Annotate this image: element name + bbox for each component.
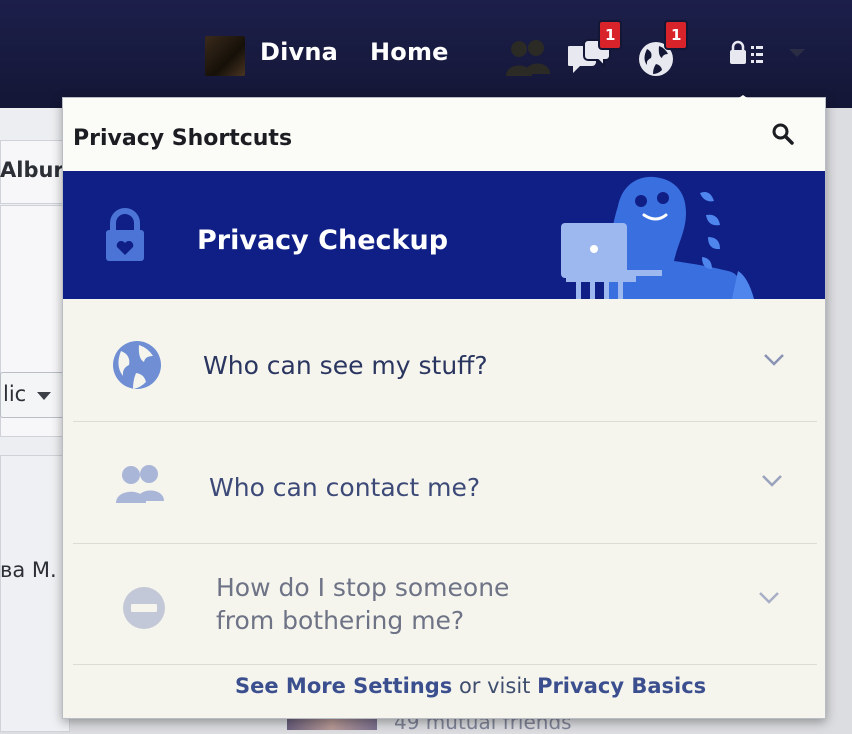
people-icon bbox=[115, 463, 165, 509]
privacy-item-label-line1: How do I stop someone bbox=[216, 573, 510, 602]
messages-badge: 1 bbox=[598, 20, 623, 50]
audience-label: lic bbox=[3, 382, 27, 406]
privacy-item-label-line2: from bothering me? bbox=[216, 606, 465, 635]
top-navigation-bar: Divna Home 1 1 bbox=[0, 0, 852, 108]
dropdown-pointer bbox=[729, 90, 757, 109]
privacy-item-stop-someone[interactable]: How do I stop someone from bothering me? bbox=[73, 543, 817, 665]
caret-down-icon bbox=[37, 392, 51, 400]
footer-or-visit-text: or visit bbox=[452, 674, 538, 698]
friend-requests-icon[interactable] bbox=[505, 38, 551, 82]
album-label[interactable]: Albur bbox=[0, 158, 64, 182]
user-avatar[interactable] bbox=[205, 36, 245, 76]
chevron-down-icon[interactable] bbox=[761, 473, 783, 492]
notifications-badge: 1 bbox=[664, 20, 689, 50]
audience-selector[interactable]: lic bbox=[0, 372, 70, 418]
home-link[interactable]: Home bbox=[370, 38, 449, 66]
panel-header: Privacy Shortcuts bbox=[63, 98, 825, 171]
friend-name-fragment[interactable]: ва М. bbox=[0, 558, 57, 582]
privacy-checkup-banner[interactable]: Privacy Checkup bbox=[63, 171, 825, 299]
privacy-item-who-can-contact[interactable]: Who can contact me? bbox=[73, 421, 817, 544]
search-icon[interactable] bbox=[771, 122, 795, 150]
privacy-basics-link[interactable]: Privacy Basics bbox=[537, 674, 706, 698]
privacy-shortcuts-dropdown: Privacy Shortcuts Privacy Checkup Who ca… bbox=[62, 97, 826, 719]
globe-icon bbox=[111, 339, 163, 395]
lock-icon bbox=[103, 207, 147, 267]
panel-footer: See More Settings or visit Privacy Basic… bbox=[63, 664, 825, 718]
privacy-shortcuts-icon[interactable] bbox=[729, 40, 765, 70]
privacy-item-who-can-see[interactable]: Who can see my stuff? bbox=[73, 299, 817, 422]
account-menu-icon[interactable] bbox=[788, 44, 806, 63]
privacy-item-label: Who can contact me? bbox=[209, 473, 481, 502]
privacy-dinosaur-illustration bbox=[548, 171, 825, 299]
see-more-settings-link[interactable]: See More Settings bbox=[235, 674, 452, 698]
chevron-down-icon[interactable] bbox=[758, 590, 780, 609]
chevron-down-icon[interactable] bbox=[763, 352, 785, 371]
privacy-item-label: Who can see my stuff? bbox=[203, 351, 488, 380]
privacy-checkup-label: Privacy Checkup bbox=[197, 225, 449, 256]
profile-link[interactable]: Divna bbox=[260, 38, 338, 66]
panel-title: Privacy Shortcuts bbox=[73, 126, 293, 151]
suggestion-panel bbox=[0, 455, 70, 732]
block-icon bbox=[121, 585, 167, 635]
